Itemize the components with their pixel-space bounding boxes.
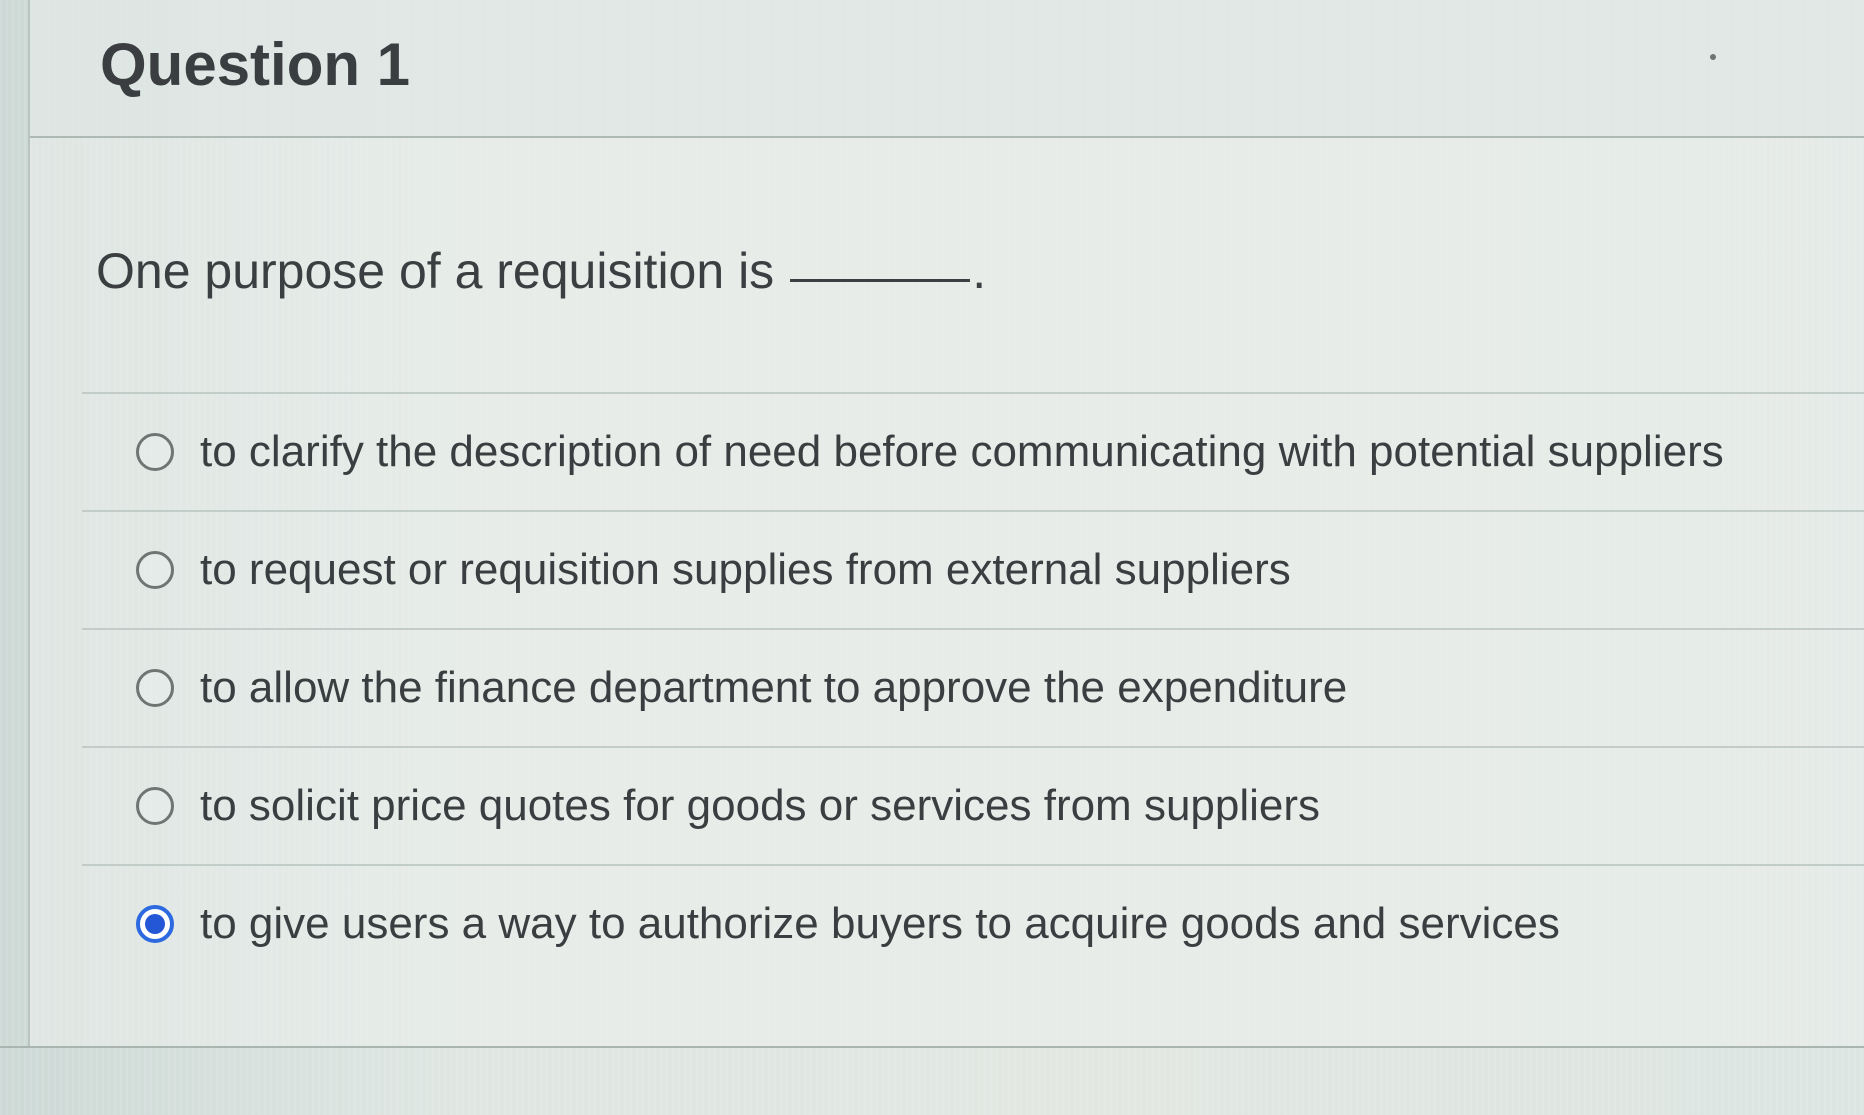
answer-option-4[interactable]: to solicit price quotes for goods or ser… bbox=[82, 746, 1864, 864]
panel-bottom-divider bbox=[0, 1046, 1864, 1048]
answer-list: to clarify the description of need befor… bbox=[82, 392, 1864, 982]
answer-option-3[interactable]: to allow the finance department to appro… bbox=[82, 628, 1864, 746]
question-title: Question 1 bbox=[100, 31, 411, 98]
answer-label-2: to request or requisition supplies from … bbox=[200, 545, 1291, 594]
fill-in-blank bbox=[790, 279, 971, 282]
header-dot bbox=[1710, 54, 1716, 60]
answer-label-3: to allow the finance department to appro… bbox=[200, 663, 1348, 712]
question-prompt-text: One purpose of a requisition is bbox=[96, 243, 775, 299]
screen-background: Question 1 One purpose of a requisition … bbox=[0, 0, 1864, 1115]
answer-option-2[interactable]: to request or requisition supplies from … bbox=[82, 510, 1864, 628]
answer-option-1[interactable]: to clarify the description of need befor… bbox=[82, 392, 1864, 510]
answer-option-5[interactable]: to give users a way to authorize buyers … bbox=[82, 864, 1864, 982]
answer-label-1: to clarify the description of need befor… bbox=[200, 427, 1724, 476]
radio-button-2[interactable] bbox=[136, 551, 174, 589]
question-header: Question 1 bbox=[30, 0, 1864, 138]
radio-button-3[interactable] bbox=[136, 669, 174, 707]
radio-button-1[interactable] bbox=[136, 433, 174, 471]
question-prompt: One purpose of a requisition is . bbox=[96, 242, 986, 300]
answer-label-5: to give users a way to authorize buyers … bbox=[200, 899, 1560, 948]
radio-button-4[interactable] bbox=[136, 787, 174, 825]
question-panel: Question 1 One purpose of a requisition … bbox=[28, 0, 1864, 1048]
prompt-period: . bbox=[972, 243, 987, 299]
radio-button-5[interactable] bbox=[136, 905, 174, 943]
answer-label-4: to solicit price quotes for goods or ser… bbox=[200, 781, 1321, 830]
